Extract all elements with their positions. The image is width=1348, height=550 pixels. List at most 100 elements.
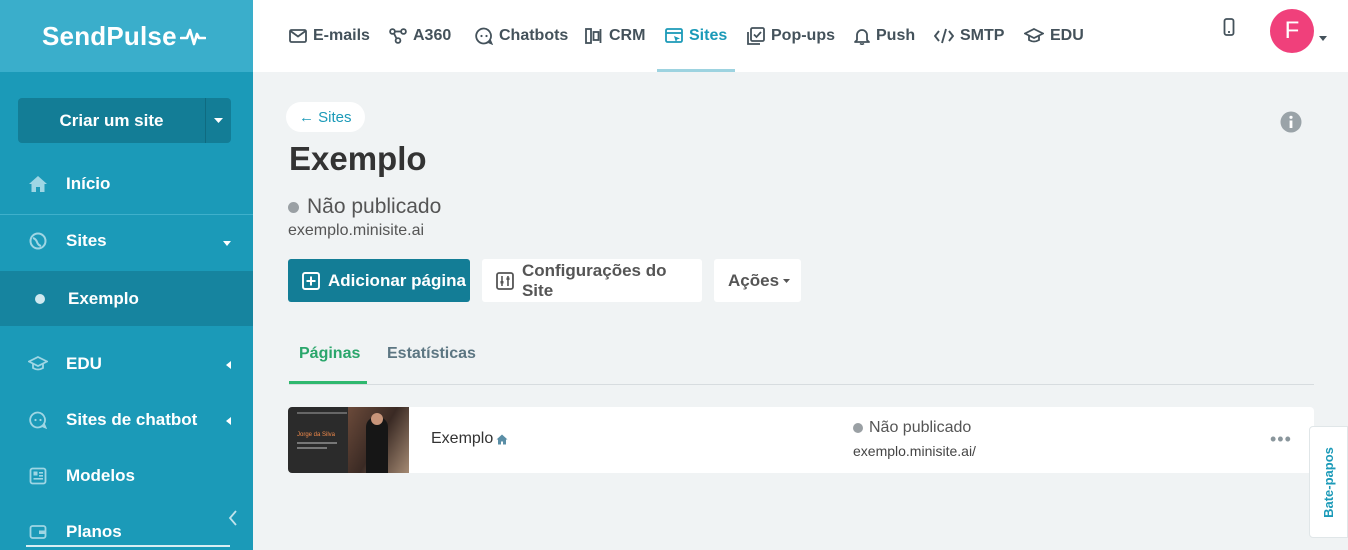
tab-a360[interactable]: A360 xyxy=(389,0,451,72)
bullet-icon xyxy=(35,293,45,304)
sidebar-item-inicio[interactable]: Início xyxy=(0,164,253,204)
site-settings-button[interactable]: Configurações do Site xyxy=(482,259,702,302)
more-options-icon[interactable]: ••• xyxy=(1270,429,1292,450)
sidebar-item-label: Modelos xyxy=(66,466,135,485)
thumbnail-heading: Jorge da Silva xyxy=(297,432,336,438)
logo-bar: SendPulse xyxy=(0,0,253,72)
tab-label: Pop-ups xyxy=(771,27,835,44)
site-status: Não publicado xyxy=(288,195,441,219)
tab-label: EDU xyxy=(1050,27,1084,44)
graduation-cap-icon xyxy=(1024,28,1044,43)
chat-widget-label: Bate-papos xyxy=(1321,446,1337,518)
divider xyxy=(26,545,230,547)
templates-icon xyxy=(28,466,48,486)
status-text: Não publicado xyxy=(307,195,442,218)
sidebar-subitem-exemplo[interactable]: Exemplo xyxy=(0,271,253,326)
caret-left-icon xyxy=(226,410,231,430)
chat-icon xyxy=(475,27,493,45)
tab-label: E-mails xyxy=(313,27,370,44)
tab-sites[interactable]: Sites xyxy=(656,0,736,72)
add-page-button[interactable]: Adicionar página xyxy=(288,259,470,302)
tab-crm[interactable]: CRM xyxy=(585,0,645,72)
caret-left-icon xyxy=(226,354,231,374)
page-name[interactable]: Exemplo xyxy=(431,430,508,448)
settings-sliders-icon xyxy=(496,271,514,290)
page-title: Exemplo xyxy=(289,140,427,177)
page-list-item[interactable]: Jorge da Silva Exemplo Não publicado exe… xyxy=(288,407,1314,473)
sidebar-item-label: Exemplo xyxy=(68,288,139,308)
create-site-label[interactable]: Criar um site xyxy=(18,98,205,143)
tab-popups[interactable]: Pop-ups xyxy=(747,0,835,72)
status-dot xyxy=(853,423,863,433)
code-icon xyxy=(934,28,954,44)
chat-widget-tab[interactable]: Bate-papos xyxy=(1309,426,1348,538)
divider xyxy=(0,214,253,215)
tab-label: Chatbots xyxy=(499,27,569,44)
automation-icon xyxy=(389,28,407,44)
active-tab-indicator xyxy=(289,381,367,384)
create-site-button[interactable]: Criar um site xyxy=(18,98,231,143)
page-status-text: Não publicado xyxy=(869,419,972,436)
tab-push[interactable]: Push xyxy=(854,0,915,72)
plus-square-icon xyxy=(302,271,320,290)
logo-text: SendPulse xyxy=(42,20,177,51)
graduation-cap-icon xyxy=(28,354,48,374)
sidebar-item-chatbot-sites[interactable]: Sites de chatbot xyxy=(0,400,253,440)
home-icon xyxy=(28,174,48,194)
create-site-dropdown[interactable] xyxy=(205,98,231,143)
tab-label: SMTP xyxy=(960,27,1005,44)
sidebar-item-sites[interactable]: Sites xyxy=(0,221,253,261)
sites-icon xyxy=(665,28,683,43)
avatar[interactable]: F xyxy=(1270,9,1314,53)
tab-emails[interactable]: E-mails xyxy=(289,0,370,72)
actions-dropdown[interactable]: Ações xyxy=(714,259,801,302)
sidebar-item-modelos[interactable]: Modelos xyxy=(0,456,253,496)
page-url[interactable]: exemplo.minisite.ai/ xyxy=(853,443,976,459)
thumbnail-nav xyxy=(297,412,347,414)
home-icon xyxy=(496,434,508,444)
status-dot xyxy=(288,201,299,213)
sidebar-item-label: Sites de chatbot xyxy=(66,410,198,429)
page-thumbnail[interactable]: Jorge da Silva xyxy=(288,407,409,473)
page-status: Não publicado xyxy=(853,419,971,437)
page-tabs: Páginas Estatísticas xyxy=(289,340,1314,385)
collapse-sidebar-icon[interactable] xyxy=(228,510,238,531)
info-icon[interactable] xyxy=(1280,111,1302,138)
add-page-label: Adicionar página xyxy=(328,270,466,290)
sidebar-item-label: Planos xyxy=(66,522,122,541)
caret-down-icon xyxy=(223,231,231,251)
logo[interactable]: SendPulse xyxy=(42,21,206,52)
mail-icon xyxy=(289,29,307,43)
thumbnail-line xyxy=(297,442,337,444)
actions-label: Ações xyxy=(728,270,780,290)
tab-statistics[interactable]: Estatísticas xyxy=(387,345,476,363)
tab-smtp[interactable]: SMTP xyxy=(934,0,1004,72)
tab-label: Sites xyxy=(689,27,728,44)
crm-icon xyxy=(585,28,602,44)
tab-chatbots[interactable]: Chatbots xyxy=(475,0,568,72)
page-name-text: Exemplo xyxy=(431,430,494,447)
tab-label: CRM xyxy=(609,27,646,44)
popup-icon xyxy=(747,27,765,45)
site-domain: exemplo.minisite.ai xyxy=(288,222,425,239)
tab-label: A360 xyxy=(413,27,452,44)
tab-pages[interactable]: Páginas xyxy=(299,345,360,363)
thumbnail-person xyxy=(366,417,388,473)
sidebar-item-label: Início xyxy=(66,174,111,193)
sidebar-item-label: Sites xyxy=(66,231,107,250)
tab-edu[interactable]: EDU xyxy=(1024,0,1084,72)
caret-down-icon xyxy=(214,118,223,123)
thumbnail-line xyxy=(297,447,327,449)
thumbnail-head xyxy=(371,413,383,425)
sidebar-item-edu[interactable]: EDU xyxy=(0,344,253,384)
top-navigation: E-mails A360 Chatbots CRM Sites Pop-ups … xyxy=(253,0,1348,72)
back-to-sites-link[interactable]: ← Sites xyxy=(286,102,365,132)
site-settings-label: Configurações do Site xyxy=(521,260,667,300)
bell-icon xyxy=(854,29,870,45)
tab-label: Push xyxy=(876,27,916,44)
chatbot-icon xyxy=(28,410,48,430)
globe-icon xyxy=(28,231,48,251)
mobile-app-icon[interactable] xyxy=(1223,18,1235,41)
caret-down-icon[interactable] xyxy=(1319,28,1327,46)
pulse-icon xyxy=(179,28,206,46)
